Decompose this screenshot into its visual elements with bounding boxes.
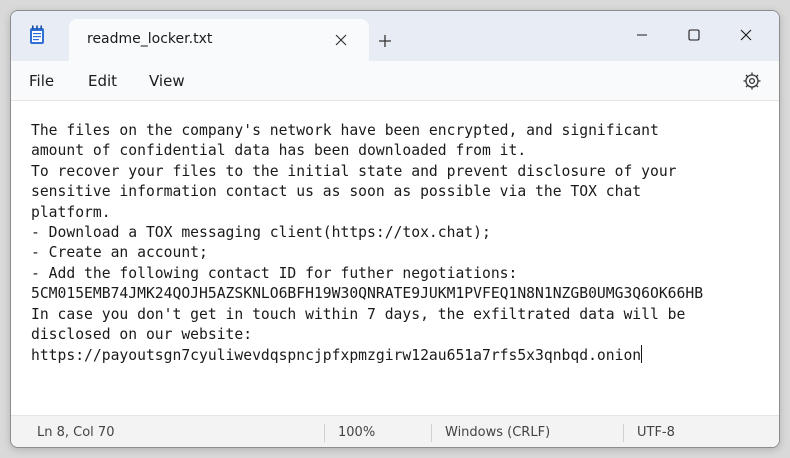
notepad-icon — [29, 25, 45, 45]
document-line: The files on the company's network have … — [31, 122, 659, 139]
document-line: 5CM015EMB74JMK24QOJH5AZSKNLO6BFH19W30QNR… — [31, 285, 704, 303]
close-icon — [740, 29, 752, 41]
text-editor[interactable]: The files on the company's network have … — [11, 102, 779, 410]
document-line: platform. — [31, 203, 111, 221]
encoding: UTF-8 — [637, 425, 675, 440]
document-line: disclosed on our website: — [31, 326, 253, 344]
zoom-level: 100% — [338, 425, 376, 440]
document-line: In case you don't get in touch within 7 … — [31, 305, 686, 323]
document-line: sensitive information contact us as soon… — [31, 183, 642, 201]
document-line: https://payoutsgn7cyuliwevdqspncjpfxpmzg… — [31, 345, 643, 365]
settings-button[interactable] — [740, 69, 764, 93]
title-bar[interactable]: readme_locker.txt — [11, 11, 779, 61]
document-line: To recover your files to the initial sta… — [31, 162, 677, 180]
tab-close-button[interactable] — [331, 30, 351, 50]
menu-edit[interactable]: Edit — [88, 72, 117, 90]
new-tab-button[interactable] — [375, 31, 395, 51]
notepad-window: readme_locker.txt File Edit View The fil… — [10, 10, 780, 448]
text-caret — [641, 345, 643, 364]
document-line: - Download a TOX messaging client(https:… — [31, 224, 491, 242]
gear-icon — [743, 72, 761, 90]
document-text[interactable]: The files on the company's network have … — [31, 121, 776, 367]
maximize-button[interactable] — [671, 19, 717, 51]
status-bar: Ln 8, Col 70 100% Windows (CRLF) UTF-8 — [11, 415, 779, 447]
status-divider — [623, 424, 624, 442]
status-divider — [431, 424, 432, 442]
tab-title: readme_locker.txt — [87, 31, 213, 47]
minimize-icon — [637, 34, 647, 36]
menu-file[interactable]: File — [29, 72, 54, 90]
plus-icon — [379, 35, 391, 47]
document-line: - Create an account; — [31, 244, 208, 262]
close-icon — [335, 34, 347, 46]
tab-readme-locker[interactable]: readme_locker.txt — [69, 19, 369, 61]
document-line: amount of confidential data has been dow… — [31, 142, 527, 160]
cursor-position: Ln 8, Col 70 — [37, 425, 115, 440]
line-ending: Windows (CRLF) — [445, 425, 551, 440]
minimize-button[interactable] — [619, 19, 665, 51]
maximize-icon — [688, 29, 700, 41]
status-divider — [324, 424, 325, 442]
document-line: - Add the following contact ID for futhe… — [31, 264, 518, 282]
close-button[interactable] — [723, 19, 769, 51]
menu-view[interactable]: View — [149, 72, 185, 90]
menu-bar: File Edit View — [11, 61, 779, 101]
